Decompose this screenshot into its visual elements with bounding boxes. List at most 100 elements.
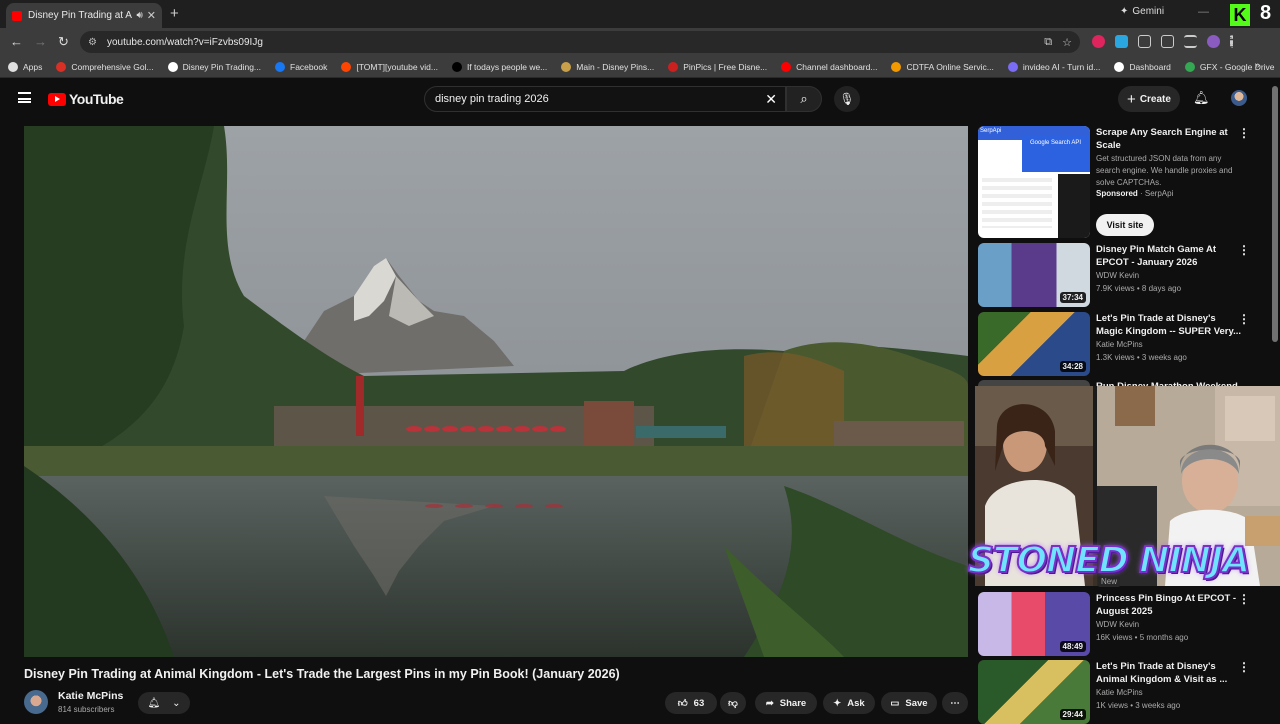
bookmark-item[interactable]: Main - Disney Pins... [561, 61, 654, 72]
extensions-puzzle-icon[interactable] [1138, 35, 1151, 48]
more-bookmarks-icon[interactable]: » [1254, 60, 1260, 71]
forward-arrow-icon[interactable]: → [34, 34, 47, 49]
share-button[interactable]: ➦ Share [755, 692, 817, 714]
recommendation-channel[interactable]: WDW Kevin [1096, 271, 1139, 280]
list-item[interactable]: 29:44 Let's Pin Trade at Disney's Animal… [978, 660, 1268, 724]
ad-menu-dots-icon[interactable]: ⋮ [1238, 126, 1250, 140]
split-view-icon[interactable] [1161, 35, 1174, 48]
page-scrollbar[interactable] [1272, 86, 1278, 342]
notifications-bell-icon[interactable]: 🔔︎ [1193, 90, 1210, 106]
recommendation-meta: 1.3K views • 3 weeks ago [1096, 353, 1187, 362]
bookmark-item[interactable]: Comprehensive Gol... [56, 61, 154, 72]
ad-sponsor-line: Sponsored · SerpApi [1096, 189, 1174, 198]
bookmark-item[interactable]: invideo AI - Turn id... [1007, 61, 1100, 72]
hamburger-menu-icon[interactable] [18, 92, 31, 103]
recommendation-title[interactable]: Princess Pin Bingo At EPCOT - August 202… [1096, 592, 1242, 618]
voice-search-mic-icon[interactable]: 🎙︎ [834, 86, 860, 112]
extension-blue-icon[interactable] [1115, 35, 1128, 48]
new-tab-button[interactable]: + [170, 5, 179, 22]
list-item[interactable]: 48:49 Princess Pin Bingo At EPCOT - Augu… [978, 592, 1268, 656]
subscription-notifications-button[interactable]: 🔔︎ ⌄ [138, 692, 190, 714]
close-tab-icon[interactable]: ✕ [147, 9, 156, 22]
more-dots-icon: ⋯ [950, 697, 960, 709]
sponsored-ad[interactable]: SerpApi Google Search API Scrape Any Sea… [978, 126, 1268, 238]
overlay-number: 8 [1260, 2, 1272, 24]
bookmark-item[interactable]: Facebook [275, 61, 327, 72]
site-info-icon[interactable]: ⚙ [88, 37, 97, 48]
browser-tab-active[interactable]: Disney Pin Trading at Anim 🔊︎ ✕ [6, 3, 162, 28]
item-menu-dots-icon[interactable]: ⋮ [1238, 312, 1250, 326]
bookmark-item[interactable]: PinPics | Free Disne... [668, 61, 767, 72]
bookmark-item[interactable]: Apps [8, 61, 42, 72]
subscriber-count: 814 subscribers [58, 705, 115, 714]
bookmark-item[interactable]: Dashboard [1114, 61, 1171, 72]
reload-icon[interactable]: ↻ [58, 34, 69, 50]
search-button[interactable]: ⌕ [786, 86, 822, 112]
recommendation-channel[interactable]: Katie McPins [1096, 340, 1143, 349]
item-menu-dots-icon[interactable]: ⋮ [1238, 243, 1250, 257]
webcam-divider [1093, 386, 1097, 546]
audio-playing-icon[interactable]: 🔊︎ [136, 10, 142, 21]
bookmark-star-icon[interactable]: ☆ [1062, 36, 1072, 49]
list-item[interactable]: 37:34 Disney Pin Match Game At EPCOT - J… [978, 243, 1268, 307]
create-button[interactable]: + Create [1118, 86, 1180, 112]
bookmark-item[interactable]: Disney Pin Trading... [167, 61, 261, 72]
bookmark-label: Dashboard [1129, 61, 1171, 72]
item-menu-dots-icon[interactable]: ⋮ [1238, 660, 1250, 674]
video-thumbnail[interactable]: 48:49 [978, 592, 1090, 656]
bookmark-item[interactable]: CDTFA Online Servic... [891, 61, 994, 72]
channel-name[interactable]: Katie McPins [58, 690, 123, 702]
channel-avatar[interactable] [24, 690, 48, 714]
extension-red-icon[interactable] [1092, 35, 1105, 48]
recommendation-title[interactable]: Let's Pin Trade at Disney's Animal Kingd… [1096, 660, 1242, 686]
video-player[interactable] [24, 126, 968, 657]
bookmark-favicon-icon [56, 61, 67, 72]
gemini-label: Gemini [1132, 6, 1165, 17]
more-actions-button[interactable]: ⋯ [942, 692, 968, 714]
bookmark-label: Channel dashboard... [796, 61, 878, 72]
ad-thumbnail[interactable]: SerpApi Google Search API [978, 126, 1090, 238]
list-item[interactable]: 34:28 Let's Pin Trade at Disney's Magic … [978, 312, 1268, 376]
ad-title[interactable]: Scrape Any Search Engine at Scale [1096, 126, 1242, 152]
bookmarks-bar: Apps Comprehensive Gol... Disney Pin Tradi… [0, 56, 1280, 78]
plus-icon: + [1127, 90, 1136, 108]
bookmark-favicon-icon [167, 61, 178, 72]
clear-search-icon[interactable]: ✕ [765, 91, 777, 108]
recommendation-title[interactable]: Disney Pin Match Game At EPCOT - January… [1096, 243, 1242, 269]
install-app-icon[interactable]: ⧉ [1044, 36, 1052, 49]
ad-thumb-terminal [1058, 174, 1090, 238]
profile-avatar-icon[interactable] [1207, 35, 1220, 48]
recommendation-channel[interactable]: WDW Kevin [1096, 620, 1139, 629]
recommendation-title[interactable]: Let's Pin Trade at Disney's Magic Kingdo… [1096, 312, 1242, 338]
like-button[interactable]: 👍︎ 63 [665, 692, 717, 714]
recommendation-channel[interactable]: Katie McPins [1096, 688, 1143, 697]
bookmark-item[interactable]: Channel dashboard... [781, 61, 878, 72]
video-thumbnail[interactable]: 37:34 [978, 243, 1090, 307]
video-thumbnail[interactable]: 29:44 [978, 660, 1090, 724]
bookmark-item[interactable]: If todays people we... [451, 61, 547, 72]
minimize-icon[interactable]: — [1198, 6, 1209, 18]
account-avatar[interactable] [1231, 90, 1247, 106]
sparkle-icon: ✦ [833, 697, 842, 709]
video-thumbnail[interactable]: 34:28 [978, 312, 1090, 376]
save-button[interactable]: ▭ Save [881, 692, 937, 714]
save-playlist-icon: ▭ [890, 697, 900, 709]
back-arrow-icon[interactable]: ← [10, 34, 23, 49]
visit-site-button[interactable]: Visit site [1096, 214, 1154, 236]
dislike-button[interactable]: 👎︎ [720, 692, 746, 714]
reading-list-icon[interactable] [1184, 35, 1197, 48]
youtube-logo[interactable]: YouTube [48, 91, 124, 107]
duration-badge: 37:34 [1059, 292, 1086, 303]
bookmark-favicon-icon [1007, 61, 1018, 72]
like-count: 63 [693, 697, 705, 709]
bookmark-label: [TOMT][youtube vid... [356, 61, 438, 72]
bookmark-favicon-icon [1184, 61, 1195, 72]
item-menu-dots-icon[interactable]: ⋮ [1238, 592, 1250, 606]
search-input[interactable]: disney pin trading 2026 ✕ [424, 86, 786, 112]
gemini-button[interactable]: ✦ Gemini [1120, 6, 1164, 17]
ask-button[interactable]: ✦ Ask [823, 692, 875, 714]
bookmark-item[interactable]: [TOMT][youtube vid... [341, 61, 438, 72]
bookmark-item[interactable]: GFX - Google Drive [1184, 61, 1275, 72]
address-bar[interactable]: ⚙ youtube.com/watch?v=iFzvbs09IJg ⧉ ☆ [80, 31, 1080, 53]
browser-menu-icon[interactable] [1230, 35, 1233, 48]
